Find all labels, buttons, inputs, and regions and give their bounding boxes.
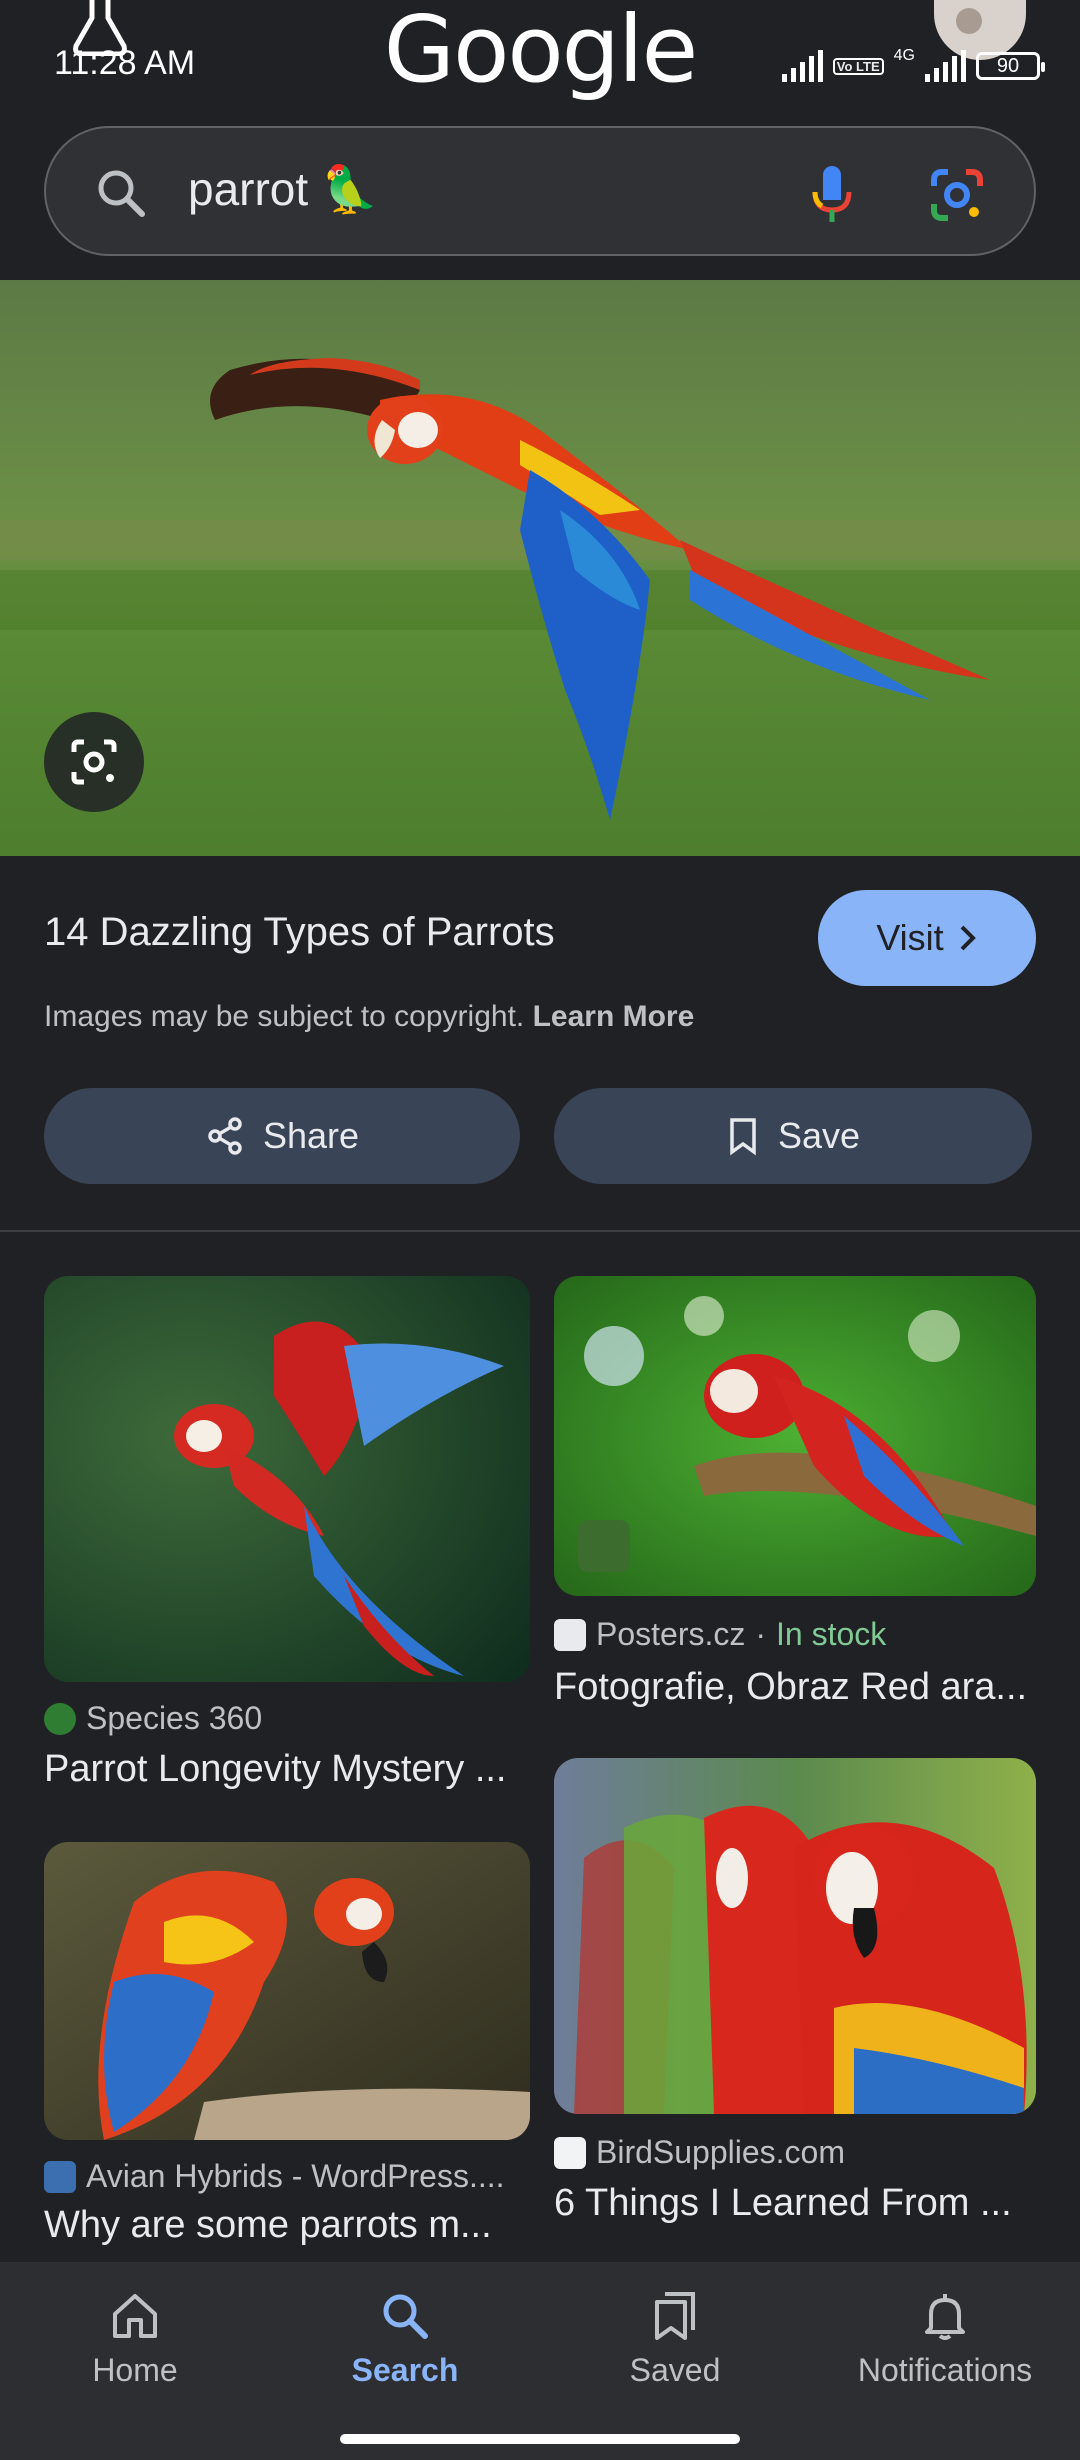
related-source-4[interactable]: BirdSupplies.com	[554, 2134, 845, 2171]
wordpress-favicon	[44, 2160, 76, 2193]
share-button[interactable]: Share	[44, 1088, 520, 1184]
bookmark-icon	[730, 1118, 756, 1156]
related-source-2[interactable]: Posters.cz · In stock	[554, 1616, 886, 1653]
related-source-1[interactable]: Species 360	[44, 1700, 262, 1737]
source-name: BirdSupplies.com	[596, 2134, 845, 2170]
copyright-text: Images may be subject to copyright.	[44, 1000, 525, 1033]
related-caption-4[interactable]: 6 Things I Learned From ...	[554, 2182, 1036, 2225]
nav-saved-label: Saved	[629, 2352, 721, 2388]
source-name: Avian Hybrids - WordPress....	[86, 2158, 505, 2194]
lens-camera-icon	[71, 739, 117, 785]
nav-search-label: Search	[351, 2352, 459, 2388]
source-name: Posters.cz	[596, 1616, 746, 1652]
share-icon	[208, 1117, 242, 1155]
nav-saved[interactable]: Saved	[540, 2290, 810, 2389]
chevron-right-icon	[960, 925, 976, 951]
saved-collections-icon	[655, 2292, 695, 2340]
save-button[interactable]: Save	[554, 1088, 1032, 1184]
species360-favicon	[44, 1702, 76, 1735]
stock-status: In stock	[776, 1616, 887, 1652]
posters-favicon	[554, 1618, 586, 1651]
source-name: Species 360	[86, 1700, 263, 1736]
related-image-1[interactable]	[44, 1276, 530, 1682]
bottom-navigation: Home Search Saved Notifications	[0, 2262, 1080, 2460]
hero-image-macaw-in-flight[interactable]	[0, 280, 1080, 856]
nav-notifications-label: Notifications	[857, 2352, 1033, 2388]
copyright-notice: Images may be subject to copyright. Lear…	[44, 1000, 694, 1034]
search-input[interactable]: parrot 🦜	[188, 162, 378, 217]
share-label: Share	[262, 1115, 360, 1156]
learn-more-link[interactable]: Learn More	[533, 1000, 695, 1033]
signal-icon-2	[925, 50, 966, 82]
microphone-icon[interactable]	[810, 164, 854, 224]
status-icons: Vo LTE 4G 90	[781, 46, 1045, 86]
divider	[0, 1230, 1080, 1232]
visit-label: Visit	[876, 917, 944, 958]
home-indicator[interactable]	[340, 2434, 740, 2444]
birdsupplies-favicon	[554, 2136, 586, 2169]
related-image-3[interactable]	[44, 1842, 530, 2140]
separator: ·	[755, 1616, 767, 1652]
google-lens-icon[interactable]	[930, 168, 984, 222]
related-source-3[interactable]: Avian Hybrids - WordPress....	[44, 2158, 505, 2195]
search-icon	[383, 2294, 428, 2339]
related-image-2[interactable]	[554, 1276, 1036, 1596]
top-bar: 11:28 AM Google Vo LTE 4G 90 parrot 🦜	[0, 0, 1080, 280]
result-title: 14 Dazzling Types of Parrots	[44, 910, 555, 954]
signal-icon	[781, 50, 823, 82]
related-caption-2[interactable]: Fotografie, Obraz Red ara...	[554, 1666, 1036, 1709]
search-icon[interactable]	[94, 166, 148, 220]
volte-badge: Vo LTE	[832, 57, 884, 75]
visit-button[interactable]: Visit	[818, 890, 1036, 986]
home-icon	[113, 2294, 157, 2338]
related-caption-3[interactable]: Why are some parrots m...	[44, 2204, 530, 2247]
visual-search-button[interactable]	[44, 712, 144, 812]
nav-home-label: Home	[92, 2352, 178, 2388]
nav-search[interactable]: Search	[270, 2290, 540, 2389]
related-caption-1[interactable]: Parrot Longevity Mystery ...	[44, 1748, 530, 1791]
nav-home[interactable]: Home	[0, 2290, 270, 2389]
bell-icon	[925, 2294, 965, 2340]
related-image-4[interactable]	[554, 1758, 1036, 2114]
nav-notifications[interactable]: Notifications	[810, 2290, 1080, 2389]
battery-icon: 90	[976, 52, 1045, 80]
save-label: Save	[777, 1115, 861, 1156]
search-bar[interactable]: parrot 🦜	[44, 126, 1036, 256]
network-type: 4G	[893, 47, 915, 64]
